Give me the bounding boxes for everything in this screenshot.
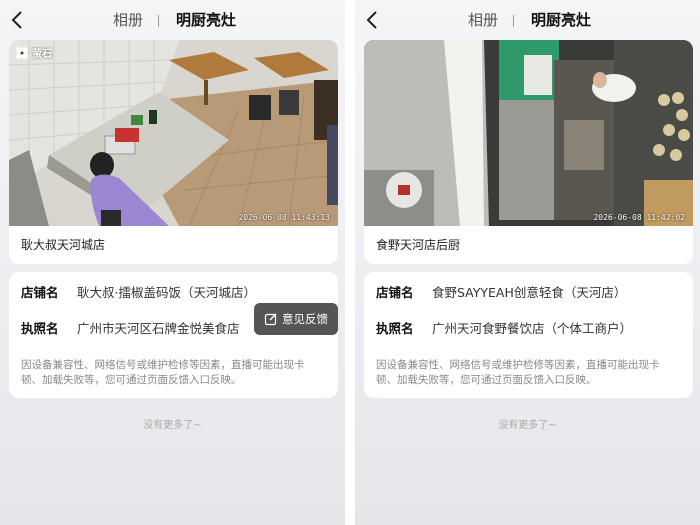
shop-name-row: 店铺名 耿大叔·擂椒盖码饭（天河城店） [21, 284, 256, 302]
back-arrow-icon[interactable] [361, 8, 385, 32]
feedback-label: 意见反馈 [282, 312, 328, 326]
shop-name-label: 店铺名 [376, 285, 414, 300]
stream-notice: 因设备兼容性、网络信号或维护检修等因素，直播可能出现卡顿、加载失败等，您可通过页… [21, 359, 305, 386]
stream-notice: 因设备兼容性、网络信号或维护检修等因素，直播可能出现卡顿、加载失败等，您可通过页… [376, 359, 660, 386]
shop-name-label: 店铺名 [21, 285, 59, 300]
camera-card: 萤石 2026-06-08 11:43:13 耿大叔天河城店 [9, 40, 338, 264]
feedback-button[interactable]: 意见反馈 [254, 303, 338, 335]
tab-separator [158, 15, 159, 27]
tab-album[interactable]: 相册 [468, 10, 498, 30]
shop-info-card: 店铺名 食野SAYYEAH创意轻食（天河店） 执照名 广州天河食野餐饮店（个体工… [364, 272, 693, 398]
license-name-row: 执照名 广州天河食野餐饮店（个体工商户） [376, 320, 632, 338]
video-timestamp: 2026-06-08 11:43:13 [238, 213, 330, 222]
license-name-value: 广州市天河区石牌金悦美食店 [76, 321, 240, 336]
tab-album[interactable]: 相册 [113, 10, 143, 30]
live-video[interactable]: 2026-06-08 11:42:02 [364, 40, 693, 226]
license-name-label: 执照名 [376, 321, 414, 336]
header: 相册 明厨亮灶 [355, 0, 700, 40]
right-screen: 相册 明厨亮灶 2026-06-08 11:42:02 食野天河店后厨 店铺名 … [355, 0, 700, 525]
shop-name-value: 耿大叔·擂椒盖码饭（天河城店） [76, 285, 256, 300]
ezviz-watermark: 萤石 [15, 45, 52, 60]
shop-info-card: 店铺名 耿大叔·擂椒盖码饭（天河城店） 执照名 广州市天河区石牌金悦美食店 因设… [9, 272, 338, 398]
watermark-text: 萤石 [32, 49, 52, 60]
ezviz-logo-icon [16, 46, 28, 59]
video-timestamp: 2026-06-08 11:42:02 [593, 213, 685, 222]
left-screen: 相册 明厨亮灶 萤石 2026-06-08 11:43:13 耿大叔天河城店 店… [0, 0, 345, 525]
license-name-label: 执照名 [21, 321, 59, 336]
shop-name-value: 食野SAYYEAH创意轻食（天河店） [431, 285, 627, 300]
no-more-text: 没有更多了~ [143, 420, 202, 431]
header: 相册 明厨亮灶 [0, 0, 345, 40]
back-arrow-icon[interactable] [6, 8, 30, 32]
kitchen-video-frame [364, 40, 693, 226]
edit-icon [264, 313, 277, 326]
camera-card: 2026-06-08 11:42:02 食野天河店后厨 [364, 40, 693, 264]
tab-kitchen-live[interactable]: 明厨亮灶 [531, 10, 591, 30]
license-name-row: 执照名 广州市天河区石牌金悦美食店 [21, 320, 240, 338]
no-more-text: 没有更多了~ [498, 420, 557, 431]
camera-title: 食野天河店后厨 [376, 238, 461, 252]
tab-kitchen-live[interactable]: 明厨亮灶 [176, 10, 236, 30]
live-video[interactable]: 萤石 2026-06-08 11:43:13 [9, 40, 338, 226]
tab-separator [513, 15, 514, 27]
camera-title: 耿大叔天河城店 [21, 238, 106, 252]
screenshot-divider [345, 0, 355, 525]
shop-name-row: 店铺名 食野SAYYEAH创意轻食（天河店） [376, 284, 626, 302]
dining-room-video-frame [9, 40, 338, 226]
license-name-value: 广州天河食野餐饮店（个体工商户） [431, 321, 632, 336]
